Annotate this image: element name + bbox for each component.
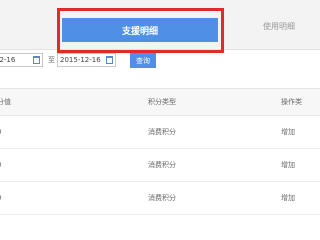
calendar-icon[interactable]	[33, 56, 40, 64]
query-button[interactable]: 查询	[130, 53, 156, 68]
cell-operation-type: 增加	[281, 161, 295, 169]
tab-bar: 支援明细 使用明细	[0, 0, 320, 53]
date-range-separator: 至	[48, 56, 55, 64]
header-points-value: 分值	[0, 98, 11, 106]
table-row: 0 消费积分 增加	[0, 116, 320, 149]
calendar-icon[interactable]	[106, 56, 113, 64]
start-date-value: 12-16	[0, 56, 16, 64]
header-points-type: 积分类型	[148, 98, 176, 106]
tab-usage-detail[interactable]: 使用明细	[263, 21, 295, 32]
cell-operation-type: 增加	[281, 194, 295, 202]
end-date-value: 2015-12-16	[60, 56, 101, 64]
cell-points-value: 0	[0, 194, 1, 202]
table-row: 0 消费积分 增加	[0, 149, 320, 182]
tab-support-detail[interactable]: 支援明细	[62, 18, 218, 42]
points-table: 分值 积分类型 操作类 0 消费积分 增加 0 消费积分 增加 0 消费积分 增…	[0, 88, 320, 215]
cell-operation-type: 增加	[281, 128, 295, 136]
start-date-input[interactable]: 12-16	[0, 53, 43, 67]
date-filter-bar: 12-16 至 2015-12-16 查询	[0, 52, 320, 70]
table-row: 0 消费积分 增加	[0, 182, 320, 215]
cell-points-type: 消费积分	[148, 128, 176, 136]
header-operation-type: 操作类	[281, 98, 302, 106]
cell-points-type: 消费积分	[148, 194, 176, 202]
cell-points-value: 0	[0, 128, 1, 136]
table-header: 分值 积分类型 操作类	[0, 88, 320, 116]
cell-points-value: 0	[0, 161, 1, 169]
end-date-input[interactable]: 2015-12-16	[57, 53, 116, 67]
cell-points-type: 消费积分	[148, 161, 176, 169]
